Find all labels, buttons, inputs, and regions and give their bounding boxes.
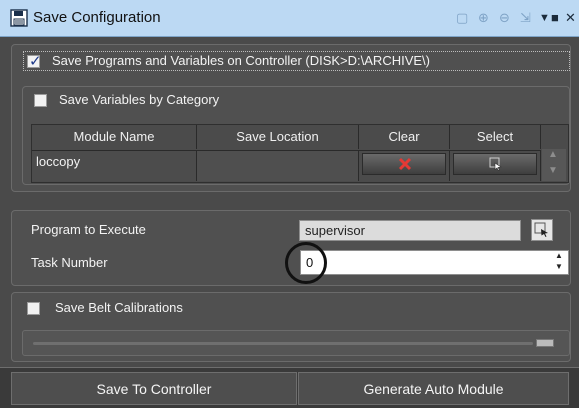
module-table: Module Name Save Location Clear Select l…: [31, 124, 569, 183]
table-row[interactable]: loccopy: [32, 150, 197, 181]
task-number-field[interactable]: 0: [300, 250, 569, 275]
restore-icon[interactable]: ▢: [456, 9, 468, 27]
save-vars-category-label: Save Variables by Category: [59, 92, 220, 107]
column-header-module-name[interactable]: Module Name: [32, 125, 197, 149]
program-select-button[interactable]: [531, 219, 553, 241]
save-vars-category-checkbox[interactable]: [34, 94, 47, 107]
module-name-cell: loccopy: [36, 154, 81, 169]
column-header-clear[interactable]: Clear: [359, 125, 450, 149]
highlight-circle: [285, 242, 327, 284]
zoom-fit-icon[interactable]: ⇲: [520, 9, 531, 27]
table-scrollbar[interactable]: ▲ ▼: [542, 149, 566, 181]
select-button[interactable]: [453, 153, 537, 175]
select-cursor-icon: [489, 157, 502, 171]
generate-auto-module-button[interactable]: Generate Auto Module: [298, 372, 569, 405]
maximize-icon[interactable]: ■: [551, 9, 559, 27]
task-number-spinner[interactable]: ▲ ▼: [553, 251, 567, 274]
dropdown-icon[interactable]: ▼: [539, 9, 550, 27]
clear-cell: [359, 150, 450, 181]
save-programs-checkbox[interactable]: ✓: [27, 53, 42, 70]
program-to-execute-label: Program to Execute: [31, 222, 146, 237]
clear-x-icon: [398, 157, 412, 171]
save-belt-label: Save Belt Calibrations: [55, 300, 183, 315]
title-bar: Save Configuration ▢ ⊕ ⊖ ⇲ ▼ ■ ✕: [0, 0, 579, 37]
task-number-label: Task Number: [31, 255, 108, 270]
save-belt-checkbox[interactable]: [27, 302, 40, 315]
window-title: Save Configuration: [33, 9, 161, 26]
scroll-thumb[interactable]: [536, 339, 554, 347]
zoom-out-icon[interactable]: ⊖: [499, 9, 510, 27]
button-bar: Save To Controller Generate Auto Module: [0, 367, 579, 408]
save-programs-label: Save Programs and Variables on Controlle…: [52, 53, 430, 68]
spin-down-icon[interactable]: ▼: [555, 262, 563, 271]
save-location-cell[interactable]: [197, 150, 359, 181]
spin-up-icon[interactable]: ▲: [555, 251, 563, 260]
select-cell: [450, 150, 541, 181]
column-header-select[interactable]: Select: [450, 125, 541, 149]
zoom-in-icon[interactable]: ⊕: [478, 9, 489, 27]
check-icon: ✓: [29, 53, 42, 70]
save-configuration-window: Save Configuration ▢ ⊕ ⊖ ⇲ ▼ ■ ✕ ✓ Save …: [0, 0, 579, 408]
close-icon[interactable]: ✕: [565, 9, 576, 27]
save-to-controller-button[interactable]: Save To Controller: [11, 372, 297, 405]
scroll-up-icon[interactable]: ▲: [548, 149, 558, 160]
column-header-save-location[interactable]: Save Location: [197, 125, 359, 149]
save-floppy-icon: [10, 9, 28, 27]
scroll-down-icon[interactable]: ▼: [548, 165, 558, 176]
clear-button[interactable]: [362, 153, 446, 175]
belt-list[interactable]: [22, 330, 570, 356]
horizontal-scrollbar[interactable]: [33, 342, 533, 345]
select-cursor-icon: [534, 222, 548, 237]
program-to-execute-field[interactable]: supervisor: [299, 220, 521, 241]
